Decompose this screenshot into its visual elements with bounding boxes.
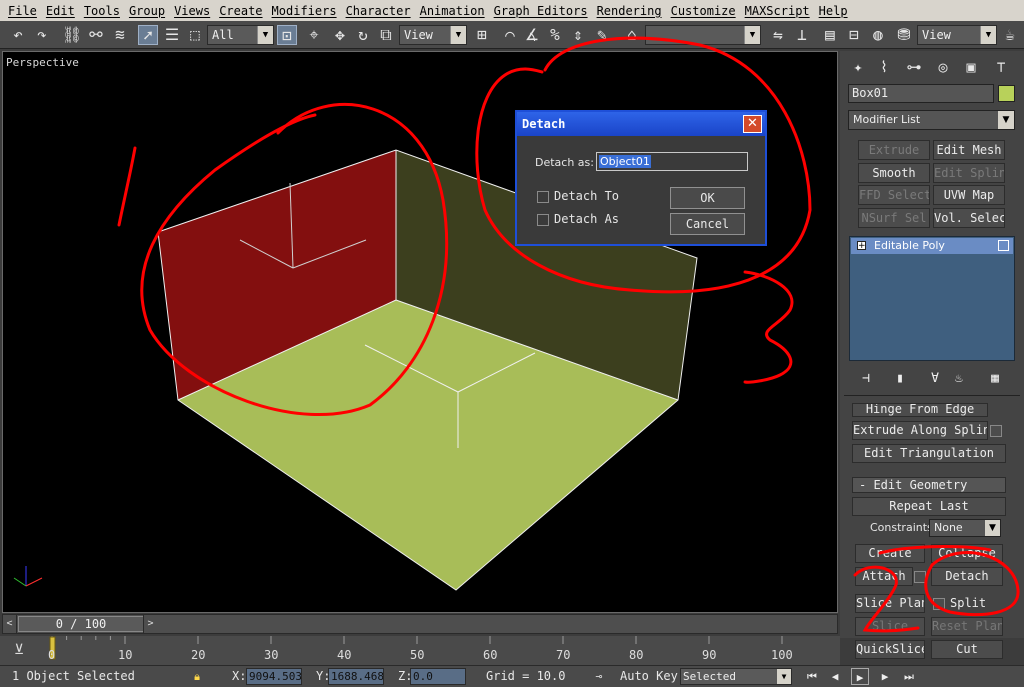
- quickslice-button[interactable]: QuickSlice: [855, 640, 925, 659]
- modifier-button-ffd-select[interactable]: FFD Select: [858, 185, 930, 205]
- x-coordinate-field[interactable]: 9094.503: [246, 668, 302, 685]
- next-frame-icon[interactable]: ▶: [876, 668, 894, 685]
- display-tab-icon[interactable]: ▣: [960, 56, 982, 78]
- detach-dialog: Detach ✕ Detach as: Object01 Detach To D…: [515, 110, 767, 246]
- reset-plane-button[interactable]: Reset Plane: [931, 617, 1003, 636]
- auto-key-button[interactable]: Auto Key: [620, 669, 678, 683]
- timeline-tick: 60: [483, 648, 498, 662]
- remove-modifier-icon[interactable]: ♨: [950, 370, 968, 388]
- key-filter-value: Selected: [683, 670, 736, 683]
- z-coordinate-field[interactable]: 0.0: [410, 668, 466, 685]
- create-tab-icon[interactable]: ✦: [847, 56, 869, 78]
- timeline-tick: 40: [337, 648, 352, 662]
- repeat-last-button[interactable]: Repeat Last: [852, 497, 1006, 516]
- create-button[interactable]: Create: [855, 544, 925, 563]
- pin-stack-icon[interactable]: ⊣: [857, 370, 875, 388]
- modifier-stack[interactable]: + Editable Poly: [849, 236, 1015, 361]
- modifier-button-extrude[interactable]: Extrude: [858, 140, 930, 160]
- extrude-settings-icon[interactable]: [990, 425, 1002, 437]
- object-color-swatch[interactable]: [998, 85, 1015, 102]
- modifier-list-value: Modifier List: [853, 113, 921, 126]
- detach-name-input[interactable]: Object01: [596, 152, 748, 171]
- collapse-button[interactable]: Collapse: [931, 544, 1003, 563]
- grid-size: Grid = 10.0: [486, 669, 566, 683]
- slice-button[interactable]: Slice: [855, 617, 925, 636]
- chevron-left-icon[interactable]: <: [3, 615, 17, 633]
- timeline-tick: 90: [702, 648, 717, 662]
- detach-to-element-label: Detach To: [554, 189, 620, 203]
- timeline-tick: 80: [629, 648, 644, 662]
- make-unique-icon[interactable]: ∀: [926, 370, 944, 388]
- hinge-from-edge-button[interactable]: Hinge From Edge: [852, 403, 988, 417]
- detach-button[interactable]: Detach: [931, 567, 1003, 586]
- expand-icon[interactable]: +: [857, 241, 866, 251]
- previous-frame-icon[interactable]: ◀: [826, 668, 844, 685]
- constraints-value: None: [934, 521, 963, 534]
- show-end-result-icon[interactable]: ▮: [891, 370, 909, 388]
- stack-item-editable-poly[interactable]: + Editable Poly: [851, 238, 1013, 254]
- dialog-title: Detach: [517, 112, 765, 136]
- detach-name-value: Object01: [599, 155, 651, 168]
- modifier-button-vol-select[interactable]: Vol. Select: [933, 208, 1005, 228]
- go-to-start-icon[interactable]: ⏮: [803, 668, 821, 685]
- chevron-down-icon: ▼: [998, 111, 1014, 129]
- timeline-tick: 20: [191, 648, 206, 662]
- timeline-tick: 0: [48, 648, 56, 662]
- ok-button[interactable]: OK: [670, 187, 745, 209]
- time-slider-thumb[interactable]: 0 / 100: [18, 616, 144, 632]
- attach-list-icon[interactable]: [914, 571, 926, 583]
- y-coordinate-field[interactable]: 1688.468: [328, 668, 384, 685]
- selection-status: 1 Object Selected: [12, 669, 135, 683]
- modify-tab-icon[interactable]: ⌇: [873, 56, 895, 78]
- extrude-along-spline-button[interactable]: Extrude Along Spline: [852, 421, 988, 440]
- timeline-tick: 10: [118, 648, 133, 662]
- lock-selection-icon[interactable]: 🔒︎: [188, 668, 206, 685]
- edit-triangulation-button[interactable]: Edit Triangulation: [852, 444, 1006, 463]
- time-slider[interactable]: < 0 / 100 >: [2, 614, 838, 634]
- track-bar-menu-icon[interactable]: ⊻: [14, 642, 24, 658]
- modifier-list-dropdown[interactable]: Modifier List ▼: [848, 110, 1015, 130]
- divider: [844, 395, 1020, 396]
- split-checkbox[interactable]: [933, 598, 945, 610]
- stack-item-label: Editable Poly: [874, 239, 945, 252]
- axis-tripod-icon: [13, 566, 43, 587]
- detach-as-label: Detach as:: [535, 156, 594, 169]
- constraints-label: Constraints:: [870, 521, 937, 534]
- modifier-button-edit-mesh[interactable]: Edit Mesh: [933, 140, 1005, 160]
- slice-plane-button[interactable]: Slice Plane: [855, 594, 925, 613]
- chevron-down-icon: ▼: [777, 669, 791, 684]
- constraints-dropdown[interactable]: None ▼: [929, 519, 1001, 537]
- close-button[interactable]: ✕: [743, 115, 762, 133]
- detach-to-element-checkbox[interactable]: [537, 191, 549, 203]
- modifier-button-uvw-map[interactable]: UVW Map: [933, 185, 1005, 205]
- attach-button[interactable]: Attach: [855, 567, 913, 586]
- play-icon[interactable]: ▶: [851, 668, 869, 685]
- detach-as-clone-label: Detach As: [554, 212, 620, 226]
- go-to-end-icon[interactable]: ⏭: [900, 668, 918, 685]
- timeline-tick: 100: [771, 648, 793, 662]
- key-filter-dropdown[interactable]: Selected ▼: [680, 668, 792, 685]
- utilities-tab-icon[interactable]: ⊤: [990, 56, 1012, 78]
- timeline-tick: 70: [556, 648, 571, 662]
- modifier-button-edit-spline[interactable]: Edit Spline: [933, 163, 1005, 183]
- cut-button[interactable]: Cut: [931, 640, 1003, 659]
- cancel-button[interactable]: Cancel: [670, 213, 745, 235]
- timeline-tick: 30: [264, 648, 279, 662]
- modifier-button-nsurf-sel[interactable]: NSurf Sel: [858, 208, 930, 228]
- hierarchy-tab-icon[interactable]: ⊶: [903, 56, 925, 78]
- set-key-icon[interactable]: ⊸: [590, 668, 608, 685]
- viewport-label[interactable]: Perspective: [6, 56, 79, 69]
- edit-geometry-rollout-header[interactable]: - Edit Geometry: [852, 477, 1006, 493]
- modifier-button-smooth[interactable]: Smooth: [858, 163, 930, 183]
- chevron-right-icon[interactable]: >: [143, 615, 157, 633]
- object-name-field[interactable]: Box01: [848, 84, 994, 103]
- timeline-tick: 50: [410, 648, 425, 662]
- toggle-icon[interactable]: [998, 240, 1009, 251]
- x-label: X:: [232, 669, 247, 683]
- detach-as-clone-checkbox[interactable]: [537, 214, 549, 226]
- configure-modifier-sets-icon[interactable]: ▦: [986, 370, 1004, 388]
- motion-tab-icon[interactable]: ◎: [932, 56, 954, 78]
- chevron-down-icon: ▼: [985, 520, 1000, 536]
- split-label: Split: [950, 596, 987, 610]
